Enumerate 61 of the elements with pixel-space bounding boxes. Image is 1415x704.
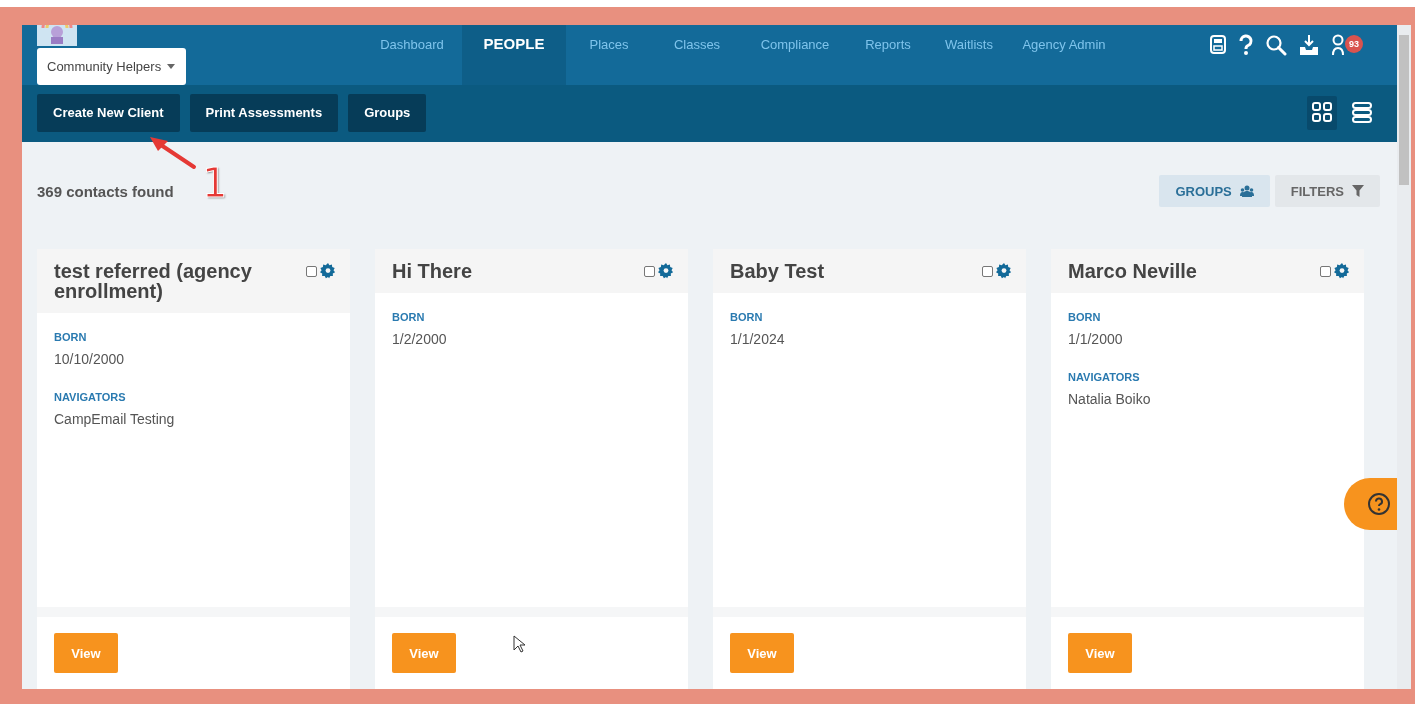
toolbar-button[interactable]: Create New Client xyxy=(37,93,180,132)
field-label: BORN xyxy=(54,331,88,343)
nav-tab[interactable]: Waitlists xyxy=(928,25,1010,85)
select-checkbox[interactable] xyxy=(644,265,655,277)
cursor-icon xyxy=(513,635,525,653)
annotation-arrow xyxy=(150,137,196,169)
nav-tab[interactable]: PEOPLE xyxy=(462,25,566,85)
annotation-number: 1 xyxy=(202,161,228,205)
field-label: BORN xyxy=(1068,311,1102,323)
help-icon[interactable] xyxy=(1239,34,1253,56)
download-tray-icon[interactable] xyxy=(1299,34,1319,56)
toolbar-button[interactable]: Groups xyxy=(348,93,427,132)
contact-name: Marco Neville xyxy=(1068,261,1198,281)
field-value: 10/10/2000 xyxy=(54,351,126,367)
field-label: NAVIGATORS xyxy=(54,391,127,403)
view-button[interactable]: View xyxy=(392,633,456,673)
groups-button[interactable]: GROUPS xyxy=(1159,175,1270,207)
nav-tab[interactable]: Agency Admin xyxy=(1010,25,1118,85)
person-icon xyxy=(1331,34,1345,56)
printer-icon[interactable] xyxy=(1209,34,1227,56)
nav-tab[interactable]: Classes xyxy=(652,25,742,85)
field-value: Natalia Boiko xyxy=(1068,391,1152,407)
contact-name: Hi There xyxy=(392,261,474,281)
field-value: CampEmail Testing xyxy=(54,411,176,427)
nav-tab[interactable]: Compliance xyxy=(742,25,848,85)
contact-name: Baby Test xyxy=(730,261,826,281)
toolbar-button[interactable]: Print Assessments xyxy=(189,93,339,132)
view-button[interactable]: View xyxy=(54,633,118,673)
view-button[interactable]: View xyxy=(1068,633,1132,673)
filter-icon xyxy=(1352,185,1364,197)
nav-tab[interactable]: Reports xyxy=(848,25,928,85)
organization-dropdown[interactable]: Community Helpers xyxy=(37,48,186,85)
nav-tab[interactable]: Dashboard xyxy=(362,25,462,85)
help-button[interactable] xyxy=(1344,478,1397,530)
settings-icon[interactable] xyxy=(996,263,1012,279)
question-icon xyxy=(1367,492,1391,516)
view-button[interactable]: View xyxy=(730,633,794,673)
settings-icon[interactable] xyxy=(1334,263,1350,279)
select-checkbox[interactable] xyxy=(982,265,993,277)
field-value: 1/1/2024 xyxy=(730,331,786,347)
notification-badge: 93 xyxy=(1345,35,1363,53)
field-value: 1/2/2000 xyxy=(392,331,448,347)
field-label: BORN xyxy=(730,311,764,323)
settings-icon[interactable] xyxy=(658,263,674,279)
people-icon xyxy=(1239,185,1254,197)
select-checkbox[interactable] xyxy=(306,265,317,277)
grid-view-button[interactable] xyxy=(1307,95,1337,130)
field-label: BORN xyxy=(392,311,426,323)
caret-icon xyxy=(167,64,176,69)
search-icon[interactable] xyxy=(1265,34,1287,56)
scrollbar-thumb[interactable] xyxy=(1399,35,1409,185)
nav-tab[interactable]: Places xyxy=(566,25,652,85)
field-value: 1/1/2000 xyxy=(1068,331,1124,347)
settings-icon[interactable] xyxy=(320,263,336,279)
contact-name: test referred (agency enrollment) xyxy=(54,261,253,301)
field-label: NAVIGATORS xyxy=(1068,371,1141,383)
grid-icon xyxy=(1312,102,1332,123)
notifications-button[interactable]: 93 xyxy=(1331,34,1365,56)
list-icon xyxy=(1352,102,1372,123)
select-checkbox[interactable] xyxy=(1320,265,1331,277)
filters-button[interactable]: FILTERS xyxy=(1274,175,1380,207)
